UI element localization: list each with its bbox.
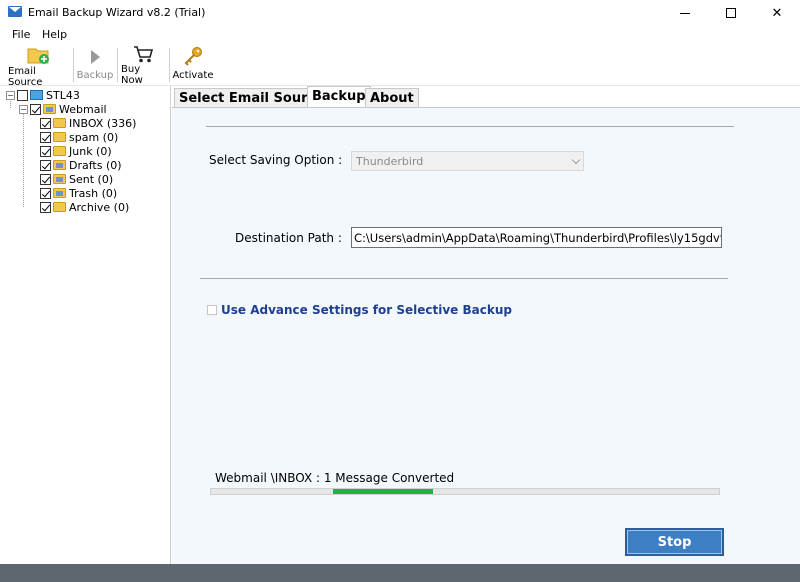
stop-button[interactable]: Stop <box>625 528 724 556</box>
saving-option-label: Select Saving Option : <box>209 153 343 167</box>
backup-toolbar-label: Backup <box>76 70 114 81</box>
tree-folder-junk[interactable]: Junk (0) <box>40 144 112 158</box>
collapse-icon[interactable]: − <box>6 90 15 100</box>
folder-checkbox[interactable] <box>40 173 51 185</box>
tree-account-label: Webmail <box>59 102 107 116</box>
folder-checkbox[interactable] <box>40 131 51 143</box>
tree-folder-sent[interactable]: Sent (0) <box>40 172 113 186</box>
menu-help[interactable]: Help <box>42 28 67 41</box>
maximize-button[interactable] <box>708 0 754 26</box>
menu-bar: File Help <box>0 26 800 44</box>
backup-toolbar-button[interactable]: Backup <box>77 44 113 86</box>
collapse-icon[interactable]: − <box>19 104 28 114</box>
destination-path-label: Destination Path : <box>235 231 342 245</box>
folder-label: Trash (0) <box>69 186 118 200</box>
folder-icon <box>53 146 66 156</box>
conversion-status: Webmail \INBOX : 1 Message Converted <box>215 471 455 485</box>
folder-checkbox[interactable] <box>40 159 51 171</box>
folder-label: spam (0) <box>69 130 119 144</box>
folder-icon <box>53 118 66 128</box>
folder-label: Junk (0) <box>69 144 112 158</box>
progress-bar <box>210 488 720 495</box>
tree-folder-inbox[interactable]: INBOX (336) <box>40 116 136 130</box>
advance-settings-label[interactable]: Use Advance Settings for Selective Backu… <box>221 303 512 317</box>
buy-now-button[interactable]: Buy Now <box>121 44 165 86</box>
destination-path-input[interactable]: C:\Users\admin\AppData\Roaming\Thunderbi… <box>351 227 722 248</box>
folder-checkbox[interactable] <box>40 117 51 129</box>
root-checkbox[interactable] <box>17 89 28 101</box>
cart-icon <box>134 46 154 63</box>
tree-folder-archive[interactable]: Archive (0) <box>40 200 129 214</box>
chevron-down-icon <box>571 155 581 165</box>
tab-backup[interactable]: Backup <box>307 86 371 108</box>
trash-icon <box>53 188 66 198</box>
backup-panel: Select Saving Option : Thunderbird Desti… <box>172 107 800 564</box>
advance-settings-checkbox[interactable] <box>207 305 217 315</box>
folder-label: Archive (0) <box>69 200 130 214</box>
play-arrow-icon <box>91 50 100 64</box>
folder-icon <box>53 132 66 142</box>
tree-folder-drafts[interactable]: Drafts (0) <box>40 158 122 172</box>
folder-checkbox[interactable] <box>40 201 51 213</box>
email-source-button[interactable]: Email Source <box>8 44 70 88</box>
tree-line <box>23 113 24 207</box>
tab-bar: Select Email Source Backup About <box>172 86 800 108</box>
menu-file[interactable]: File <box>12 28 30 41</box>
divider <box>200 278 728 279</box>
tree-account[interactable]: − Webmail <box>19 102 107 116</box>
window-title: Email Backup Wizard v8.2 (Trial) <box>28 6 206 19</box>
tab-select-email-source[interactable]: Select Email Source <box>174 88 330 108</box>
tree-folder-spam[interactable]: spam (0) <box>40 130 118 144</box>
folder-checkbox[interactable] <box>40 187 51 199</box>
toolbar: Email Source Backup Buy Now Activate <box>0 44 800 88</box>
tree-root-label: STL43 <box>46 88 80 102</box>
buy-now-label: Buy Now <box>121 64 143 86</box>
app-icon <box>8 6 22 17</box>
status-bar <box>0 564 800 582</box>
account-checkbox[interactable] <box>30 103 41 115</box>
email-source-label: Email Source <box>8 66 43 88</box>
saving-option-value: Thunderbird <box>356 155 424 168</box>
toolbar-separator <box>73 48 74 82</box>
minimize-button[interactable] <box>662 0 708 26</box>
folder-icon <box>53 202 66 212</box>
folder-tree: − STL43 − Webmail INBOX (336) spam (0) J… <box>0 86 171 564</box>
saving-option-select[interactable]: Thunderbird <box>351 151 584 171</box>
activate-button[interactable]: Activate <box>172 44 214 86</box>
title-bar: Email Backup Wizard v8.2 (Trial) ✕ <box>0 0 800 26</box>
sent-icon <box>53 174 66 184</box>
drafts-icon <box>53 160 66 170</box>
activate-label: Activate <box>172 70 214 81</box>
divider <box>206 126 734 127</box>
tree-root[interactable]: − STL43 <box>6 88 80 102</box>
folder-label: INBOX (336) <box>69 116 137 130</box>
close-button[interactable]: ✕ <box>754 0 800 26</box>
main-panel: Select Email Source Backup About Select … <box>172 86 800 564</box>
mailbox-icon <box>43 104 56 114</box>
tab-about[interactable]: About <box>365 88 419 108</box>
folder-checkbox[interactable] <box>40 145 51 157</box>
folder-label: Sent (0) <box>69 172 114 186</box>
toolbar-separator <box>169 48 170 82</box>
key-icon <box>184 47 202 66</box>
computer-icon <box>30 90 43 100</box>
folder-add-icon <box>27 48 49 64</box>
toolbar-separator <box>117 48 118 82</box>
tree-folder-trash[interactable]: Trash (0) <box>40 186 117 200</box>
folder-label: Drafts (0) <box>69 158 122 172</box>
progress-bar-fill <box>333 489 433 494</box>
